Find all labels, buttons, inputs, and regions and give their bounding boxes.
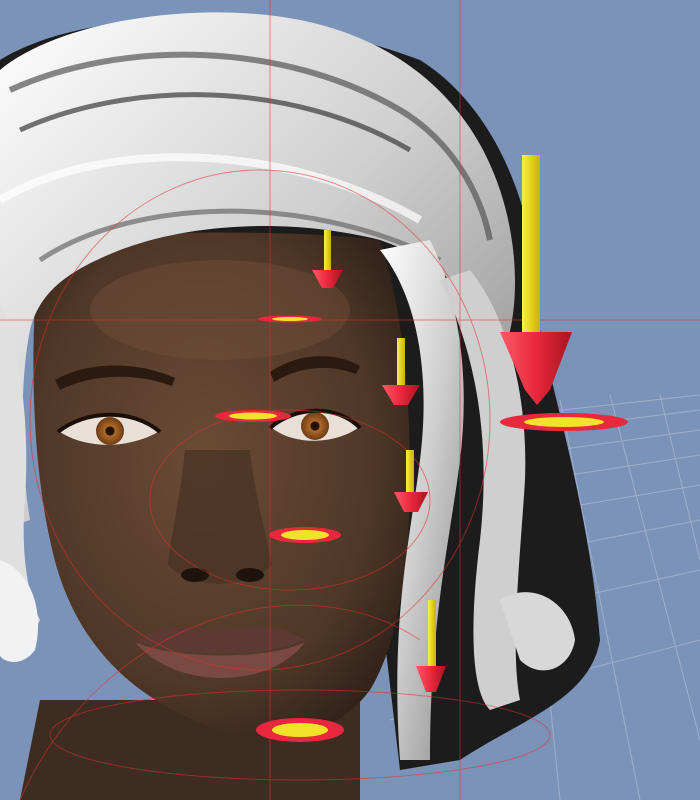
brow-disc-handle[interactable] xyxy=(258,315,322,323)
3d-viewport[interactable] xyxy=(0,0,700,800)
chin-disc-handle[interactable] xyxy=(256,718,344,742)
viewport-canvas[interactable] xyxy=(0,0,700,800)
eyes-disc-handle[interactable] xyxy=(215,410,291,422)
face[interactable] xyxy=(33,232,410,738)
nose-disc-handle[interactable] xyxy=(269,527,341,543)
